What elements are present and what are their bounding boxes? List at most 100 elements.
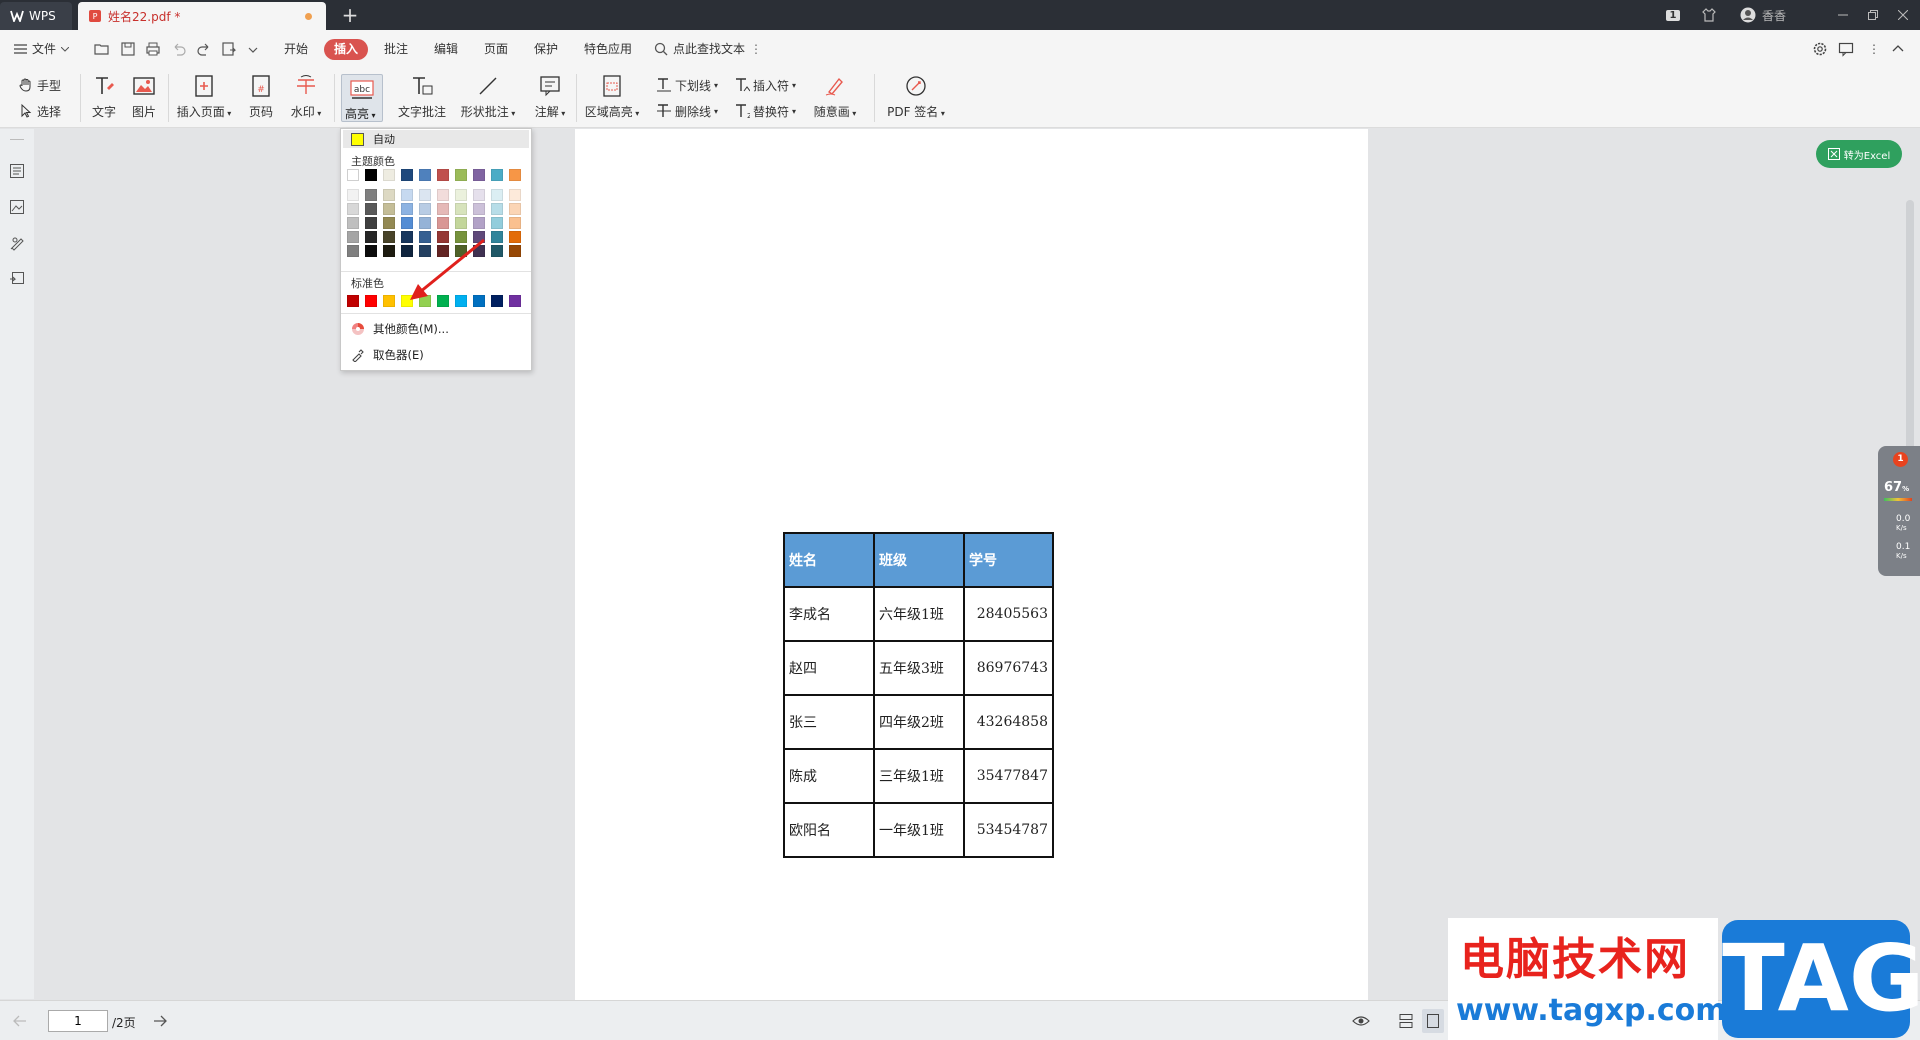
theme-shade-swatch[interactable] (509, 245, 521, 257)
more-options-icon[interactable]: ⋮ (1868, 30, 1880, 68)
cell-class[interactable]: 六年级1班 (873, 586, 965, 642)
menu-item-special[interactable]: 特色应用 (584, 30, 632, 68)
open-folder-icon[interactable] (94, 41, 110, 57)
theme-shade-swatch[interactable] (347, 189, 359, 201)
new-tab-button[interactable]: + (336, 2, 364, 30)
convert-icon[interactable] (221, 41, 237, 57)
tab-document[interactable]: P 姓名22.pdf * (78, 2, 326, 30)
cell-id[interactable]: 53454787 (963, 802, 1054, 858)
theme-shade-swatch[interactable] (437, 203, 449, 215)
theme-shade-swatch[interactable] (383, 231, 395, 243)
theme-shade-swatch[interactable] (419, 189, 431, 201)
single-page-view-button[interactable] (1422, 1009, 1444, 1033)
standard-color-swatch[interactable] (491, 295, 503, 307)
theme-shade-swatch[interactable] (455, 189, 467, 201)
standard-color-swatch[interactable] (509, 295, 521, 307)
header-name[interactable]: 姓名 (783, 532, 875, 588)
continuous-view-icon[interactable] (1398, 1013, 1414, 1029)
collapse-ribbon-icon[interactable] (1890, 41, 1906, 57)
theme-color-swatch[interactable] (401, 169, 413, 181)
menu-item-start[interactable]: 开始 (284, 30, 308, 68)
theme-shade-swatch[interactable] (419, 217, 431, 229)
thumbnail-icon[interactable] (9, 199, 25, 215)
undo-icon[interactable] (171, 41, 187, 57)
theme-shade-swatch[interactable] (473, 217, 485, 229)
quick-access-more-icon[interactable] (248, 41, 258, 57)
cell-name[interactable]: 赵四 (783, 640, 875, 696)
cell-id[interactable]: 43264858 (963, 694, 1054, 750)
theme-shade-swatch[interactable] (491, 203, 503, 215)
menu-item-protect[interactable]: 保护 (534, 30, 558, 68)
watermark-button[interactable]: 水印 ▾ (286, 72, 326, 126)
page-number-input[interactable] (48, 1010, 108, 1032)
theme-shade-swatch[interactable] (473, 203, 485, 215)
convert-to-excel-button[interactable]: 转为Excel (1816, 140, 1902, 168)
menu-item-edit[interactable]: 编辑 (434, 30, 458, 68)
standard-color-swatch[interactable] (347, 295, 359, 307)
cell-class[interactable]: 四年级2班 (873, 694, 965, 750)
annotation-list-icon[interactable] (9, 235, 25, 251)
cell-class[interactable]: 三年级1班 (873, 748, 965, 804)
theme-shade-swatch[interactable] (437, 189, 449, 201)
window-switch-button[interactable]: 1 (1660, 0, 1686, 30)
tab-wps-home[interactable]: WPS (0, 2, 72, 30)
eyedropper-option[interactable]: 取色器(E) (351, 347, 424, 363)
theme-color-swatch[interactable] (383, 169, 395, 181)
standard-color-swatch[interactable] (383, 295, 395, 307)
more-colors-option[interactable]: 其他颜色(M)... (351, 321, 449, 337)
cell-name[interactable]: 欧阳名 (783, 802, 875, 858)
file-menu[interactable]: 文件 (14, 30, 70, 68)
highlight-button[interactable]: abc 高亮 ▾ (341, 74, 383, 122)
theme-shade-swatch[interactable] (365, 245, 377, 257)
theme-shade-swatch[interactable] (509, 189, 521, 201)
theme-shade-swatch[interactable] (455, 217, 467, 229)
theme-shade-swatch[interactable] (401, 203, 413, 215)
system-monitor-widget[interactable]: 1 67% 0.0 K/s 0.1 K/s (1878, 446, 1920, 576)
next-page-icon[interactable] (152, 1013, 168, 1029)
cell-name[interactable]: 李成名 (783, 586, 875, 642)
theme-shade-swatch[interactable] (401, 189, 413, 201)
theme-color-swatch[interactable] (491, 169, 503, 181)
page-number-button[interactable]: # 页码 (246, 72, 276, 126)
menu-item-comment[interactable]: 批注 (384, 30, 408, 68)
theme-shade-swatch[interactable] (509, 231, 521, 243)
cell-id[interactable]: 35477847 (963, 748, 1054, 804)
theme-shade-swatch[interactable] (347, 245, 359, 257)
prev-page-icon[interactable] (12, 1013, 28, 1029)
theme-shade-swatch[interactable] (383, 217, 395, 229)
save-icon[interactable] (120, 41, 136, 57)
theme-shade-swatch[interactable] (509, 203, 521, 215)
theme-shade-swatch[interactable] (383, 189, 395, 201)
restore-button[interactable] (1860, 0, 1886, 30)
theme-shade-swatch[interactable] (347, 231, 359, 243)
theme-shade-swatch[interactable] (383, 203, 395, 215)
user-account[interactable]: 香香 (1740, 0, 1810, 30)
cell-id[interactable]: 28405563 (963, 586, 1054, 642)
insert-image-button[interactable]: 图片 (128, 72, 160, 126)
theme-shade-swatch[interactable] (437, 217, 449, 229)
print-icon[interactable] (145, 41, 161, 57)
cell-name[interactable]: 张三 (783, 694, 875, 750)
theme-color-swatch[interactable] (347, 169, 359, 181)
settings-gear-icon[interactable] (1812, 41, 1828, 57)
theme-shade-swatch[interactable] (491, 245, 503, 257)
cell-class[interactable]: 五年级3班 (873, 640, 965, 696)
signature-panel-icon[interactable] (9, 271, 25, 287)
theme-shade-swatch[interactable] (347, 217, 359, 229)
theme-shade-swatch[interactable] (365, 203, 377, 215)
insert-text-button[interactable]: 文字 (88, 72, 120, 126)
theme-shade-swatch[interactable] (455, 203, 467, 215)
menu-item-insert[interactable]: 插入 (324, 39, 369, 60)
theme-shade-swatch[interactable] (491, 231, 503, 243)
theme-color-swatch[interactable] (365, 169, 377, 181)
standard-color-swatch[interactable] (365, 295, 377, 307)
theme-shade-swatch[interactable] (347, 203, 359, 215)
theme-shade-swatch[interactable] (365, 189, 377, 201)
eye-protection-icon[interactable] (1352, 1013, 1370, 1029)
theme-shade-swatch[interactable] (365, 217, 377, 229)
theme-color-swatch[interactable] (419, 169, 431, 181)
header-id[interactable]: 学号 (963, 532, 1054, 588)
hand-tool-button[interactable]: 手型 (18, 74, 61, 96)
select-tool-button[interactable]: 选择 (18, 100, 61, 122)
menu-item-page[interactable]: 页面 (484, 30, 508, 68)
